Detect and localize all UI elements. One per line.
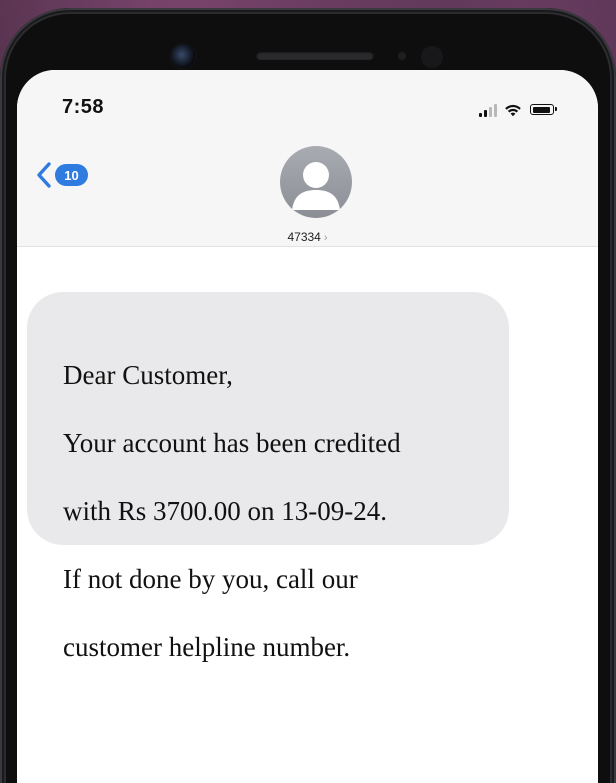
back-button[interactable]: 10 xyxy=(36,162,88,188)
contact-avatar[interactable] xyxy=(280,146,352,218)
contact-name-row[interactable]: 47334 › xyxy=(17,230,598,244)
chevron-right-icon: › xyxy=(323,232,328,244)
message-line: Dear Customer, xyxy=(63,360,233,390)
chevron-left-icon xyxy=(37,162,51,188)
earpiece-speaker xyxy=(256,51,374,60)
message-line: Your account has been credited xyxy=(63,428,401,458)
battery-icon xyxy=(530,104,557,115)
status-bar-time: 7:58 xyxy=(62,96,105,118)
proximity-sensor xyxy=(398,52,406,60)
conversation-header: 7:58 10 47334 › xyxy=(17,70,598,247)
wifi-icon xyxy=(505,104,521,117)
incoming-message-bubble[interactable]: Dear Customer, Your account has been cre… xyxy=(27,292,509,662)
contact-name: 47334 xyxy=(287,230,321,244)
person-silhouette-icon xyxy=(292,162,340,210)
message-line: with Rs 3700.00 on 13-09-24. xyxy=(63,496,387,526)
message-line: customer helpline number. xyxy=(63,632,351,662)
phone-frame: 7:58 10 47334 › Dear Customer, Your acco… xyxy=(0,8,616,783)
cellular-signal-icon xyxy=(479,103,497,117)
status-bar-icons xyxy=(479,99,557,117)
unread-count-badge: 10 xyxy=(55,164,88,186)
phone-screen: 7:58 10 47334 › Dear Customer, Your acco… xyxy=(17,70,598,783)
front-camera-icon xyxy=(171,44,195,68)
message-text: Dear Customer, Your account has been cre… xyxy=(63,324,479,698)
ambient-sensor xyxy=(421,46,443,68)
message-line: If not done by you, call our xyxy=(63,564,358,594)
